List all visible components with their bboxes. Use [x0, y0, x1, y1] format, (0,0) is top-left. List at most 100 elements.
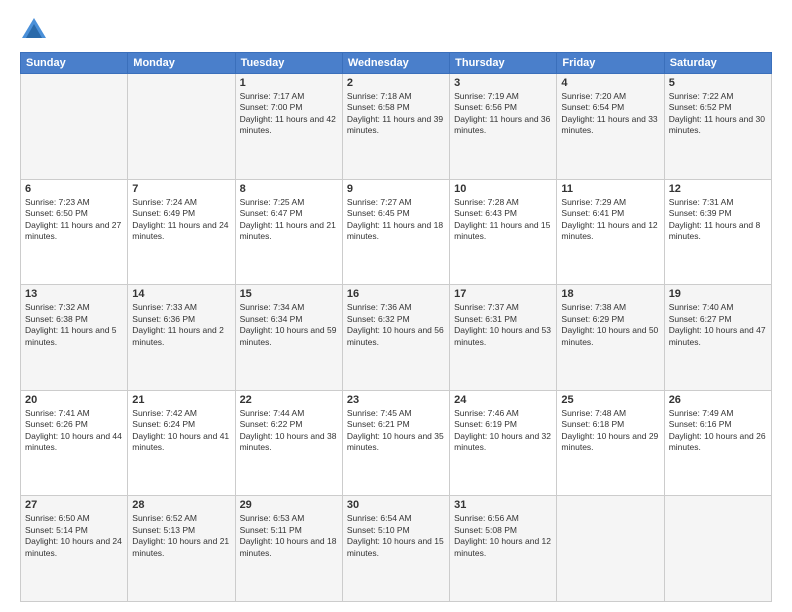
calendar-cell: 15Sunrise: 7:34 AM Sunset: 6:34 PM Dayli…: [235, 285, 342, 391]
day-number: 1: [240, 77, 338, 89]
day-number: 17: [454, 288, 552, 300]
calendar-cell: 18 Sunrise: 7:38 AM Sunset: 6:29 PM Dayli…: [557, 285, 664, 391]
day-info: Sunrise: 7:37 AM Sunset: 6:31 PM Dayligh…: [454, 302, 552, 348]
day-info: Sunrise: 6:50 AM Sunset: 5:14 PM Dayligh…: [25, 513, 123, 559]
calendar-week-3: 13 Sunrise: 7:32 AM Sunset: 6:38 PM Dayli…: [21, 285, 772, 391]
day-info: Sunrise: 7:33 AM Sunset: 6:36 PM Dayligh…: [132, 302, 230, 348]
calendar-header-monday: Monday: [128, 53, 235, 74]
day-number: 29: [240, 499, 338, 511]
day-number: 2: [347, 77, 445, 89]
day-info: Sunrise: 7:17 AM Sunset: 7:00 PM Dayligh…: [240, 91, 338, 137]
day-number: 5: [669, 77, 767, 89]
calendar-header-thursday: Thursday: [450, 53, 557, 74]
calendar-cell: 9 Sunrise: 7:27 AM Sunset: 6:45 PM Daylig…: [342, 179, 449, 285]
day-number: 9: [347, 183, 445, 195]
day-info: Sunrise: 7:49 AM Sunset: 6:16 PM Dayligh…: [669, 408, 767, 454]
calendar-cell: 7Sunrise: 7:24 AM Sunset: 6:49 PM Daylig…: [128, 179, 235, 285]
calendar-cell: 1 Sunrise: 7:17 AM Sunset: 7:00 PM Daylig…: [235, 74, 342, 180]
calendar-header-row: SundayMondayTuesdayWednesdayThursdayFrid…: [21, 53, 772, 74]
day-info: Sunrise: 7:20 AM Sunset: 6:54 PM Dayligh…: [561, 91, 659, 137]
calendar-cell: 13 Sunrise: 7:32 AM Sunset: 6:38 PM Dayli…: [21, 285, 128, 391]
day-info: Sunrise: 7:22 AM Sunset: 6:52 PM Dayligh…: [669, 91, 767, 137]
day-number: 30: [347, 499, 445, 511]
calendar-week-1: 1 Sunrise: 7:17 AM Sunset: 7:00 PM Daylig…: [21, 74, 772, 180]
day-number: 14: [132, 288, 230, 300]
calendar-cell: 29Sunrise: 6:53 AM Sunset: 5:11 PM Dayli…: [235, 496, 342, 602]
calendar-cell: 4 Sunrise: 7:20 AM Sunset: 6:54 PM Daylig…: [557, 74, 664, 180]
day-info: Sunrise: 7:40 AM Sunset: 6:27 PM Dayligh…: [669, 302, 767, 348]
day-number: 3: [454, 77, 552, 89]
day-info: Sunrise: 7:19 AM Sunset: 6:56 PM Dayligh…: [454, 91, 552, 137]
day-number: 13: [25, 288, 123, 300]
calendar-cell: 6Sunrise: 7:23 AM Sunset: 6:50 PM Daylig…: [21, 179, 128, 285]
day-info: Sunrise: 7:41 AM Sunset: 6:26 PM Dayligh…: [25, 408, 123, 454]
calendar-week-2: 6Sunrise: 7:23 AM Sunset: 6:50 PM Daylig…: [21, 179, 772, 285]
day-number: 8: [240, 183, 338, 195]
day-info: Sunrise: 7:27 AM Sunset: 6:45 PM Dayligh…: [347, 197, 445, 243]
day-info: Sunrise: 7:28 AM Sunset: 6:43 PM Dayligh…: [454, 197, 552, 243]
calendar-header-saturday: Saturday: [664, 53, 771, 74]
day-info: Sunrise: 7:46 AM Sunset: 6:19 PM Dayligh…: [454, 408, 552, 454]
day-number: 11: [561, 183, 659, 195]
day-info: Sunrise: 6:56 AM Sunset: 5:08 PM Dayligh…: [454, 513, 552, 559]
day-info: Sunrise: 7:18 AM Sunset: 6:58 PM Dayligh…: [347, 91, 445, 137]
calendar-cell: 20Sunrise: 7:41 AM Sunset: 6:26 PM Dayli…: [21, 390, 128, 496]
day-number: 24: [454, 394, 552, 406]
calendar-cell: 17 Sunrise: 7:37 AM Sunset: 6:31 PM Dayli…: [450, 285, 557, 391]
calendar-cell: 30 Sunrise: 6:54 AM Sunset: 5:10 PM Dayli…: [342, 496, 449, 602]
day-info: Sunrise: 7:25 AM Sunset: 6:47 PM Dayligh…: [240, 197, 338, 243]
calendar-cell: 22Sunrise: 7:44 AM Sunset: 6:22 PM Dayli…: [235, 390, 342, 496]
calendar-week-5: 27 Sunrise: 6:50 AM Sunset: 5:14 PM Dayli…: [21, 496, 772, 602]
day-info: Sunrise: 7:31 AM Sunset: 6:39 PM Dayligh…: [669, 197, 767, 243]
logo-icon: [20, 16, 48, 44]
day-info: Sunrise: 7:48 AM Sunset: 6:18 PM Dayligh…: [561, 408, 659, 454]
calendar-table: SundayMondayTuesdayWednesdayThursdayFrid…: [20, 52, 772, 602]
calendar-cell: 14 Sunrise: 7:33 AM Sunset: 6:36 PM Dayli…: [128, 285, 235, 391]
calendar-cell: 5 Sunrise: 7:22 AM Sunset: 6:52 PM Daylig…: [664, 74, 771, 180]
page: SundayMondayTuesdayWednesdayThursdayFrid…: [0, 0, 792, 612]
calendar-week-4: 20Sunrise: 7:41 AM Sunset: 6:26 PM Dayli…: [21, 390, 772, 496]
calendar-cell: 3 Sunrise: 7:19 AM Sunset: 6:56 PM Daylig…: [450, 74, 557, 180]
calendar-cell: 31 Sunrise: 6:56 AM Sunset: 5:08 PM Dayli…: [450, 496, 557, 602]
calendar-cell: 27 Sunrise: 6:50 AM Sunset: 5:14 PM Dayli…: [21, 496, 128, 602]
calendar-cell: 28 Sunrise: 6:52 AM Sunset: 5:13 PM Dayli…: [128, 496, 235, 602]
calendar-cell: 10 Sunrise: 7:28 AM Sunset: 6:43 PM Dayli…: [450, 179, 557, 285]
day-info: Sunrise: 7:45 AM Sunset: 6:21 PM Dayligh…: [347, 408, 445, 454]
calendar-header-wednesday: Wednesday: [342, 53, 449, 74]
day-number: 23: [347, 394, 445, 406]
day-number: 28: [132, 499, 230, 511]
day-number: 15: [240, 288, 338, 300]
calendar-header-tuesday: Tuesday: [235, 53, 342, 74]
day-number: 12: [669, 183, 767, 195]
logo: [20, 16, 52, 44]
day-number: 10: [454, 183, 552, 195]
calendar-cell: 21Sunrise: 7:42 AM Sunset: 6:24 PM Dayli…: [128, 390, 235, 496]
calendar-cell: 2 Sunrise: 7:18 AM Sunset: 6:58 PM Daylig…: [342, 74, 449, 180]
calendar-cell: 16Sunrise: 7:36 AM Sunset: 6:32 PM Dayli…: [342, 285, 449, 391]
calendar-cell: [128, 74, 235, 180]
calendar-header-sunday: Sunday: [21, 53, 128, 74]
day-number: 25: [561, 394, 659, 406]
day-info: Sunrise: 7:38 AM Sunset: 6:29 PM Dayligh…: [561, 302, 659, 348]
day-number: 16: [347, 288, 445, 300]
day-info: Sunrise: 7:24 AM Sunset: 6:49 PM Dayligh…: [132, 197, 230, 243]
calendar-header-friday: Friday: [557, 53, 664, 74]
day-info: Sunrise: 6:52 AM Sunset: 5:13 PM Dayligh…: [132, 513, 230, 559]
calendar-cell: 23 Sunrise: 7:45 AM Sunset: 6:21 PM Dayli…: [342, 390, 449, 496]
day-info: Sunrise: 7:23 AM Sunset: 6:50 PM Dayligh…: [25, 197, 123, 243]
day-number: 22: [240, 394, 338, 406]
calendar-cell: 24 Sunrise: 7:46 AM Sunset: 6:19 PM Dayli…: [450, 390, 557, 496]
day-info: Sunrise: 6:54 AM Sunset: 5:10 PM Dayligh…: [347, 513, 445, 559]
day-info: Sunrise: 7:32 AM Sunset: 6:38 PM Dayligh…: [25, 302, 123, 348]
day-number: 31: [454, 499, 552, 511]
calendar-cell: [664, 496, 771, 602]
day-number: 26: [669, 394, 767, 406]
day-info: Sunrise: 7:42 AM Sunset: 6:24 PM Dayligh…: [132, 408, 230, 454]
calendar-cell: 26 Sunrise: 7:49 AM Sunset: 6:16 PM Dayli…: [664, 390, 771, 496]
day-number: 18: [561, 288, 659, 300]
calendar-cell: 25 Sunrise: 7:48 AM Sunset: 6:18 PM Dayli…: [557, 390, 664, 496]
calendar-cell: 19Sunrise: 7:40 AM Sunset: 6:27 PM Dayli…: [664, 285, 771, 391]
day-number: 4: [561, 77, 659, 89]
calendar-cell: [557, 496, 664, 602]
day-number: 27: [25, 499, 123, 511]
